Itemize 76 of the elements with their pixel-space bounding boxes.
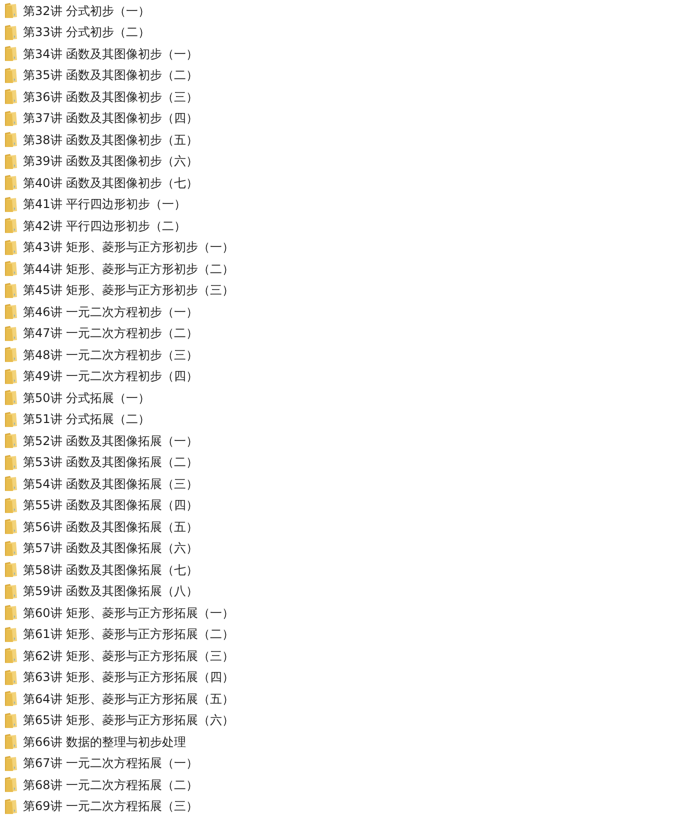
folder-name[interactable]: 第38讲 函数及其图像初步（五） — [23, 132, 198, 148]
folder-icon — [3, 217, 19, 234]
folder-icon — [3, 282, 19, 299]
folder-icon — [3, 776, 19, 794]
folder-icon — [3, 432, 19, 450]
folder-name[interactable]: 第55讲 函数及其图像拓展（四） — [23, 497, 198, 514]
folder-icon — [3, 754, 19, 772]
folder-name[interactable]: 第48讲 一元二次方程初步（三） — [23, 346, 198, 363]
folder-icon — [3, 152, 19, 170]
folder-name[interactable]: 第67讲 一元二次方程拓展（一） — [23, 755, 198, 772]
folder-name[interactable]: 第51讲 分式拓展（二） — [23, 411, 150, 428]
folder-name[interactable]: 第35讲 函数及其图像初步（二） — [23, 67, 198, 84]
folder-name[interactable]: 第63讲 矩形、菱形与正方形拓展（四） — [23, 669, 234, 686]
folder-icon — [3, 324, 19, 342]
folder-icon — [3, 712, 19, 729]
folder-icon — [3, 131, 19, 148]
folder-name[interactable]: 第53讲 函数及其图像拓展（二） — [23, 454, 198, 470]
folder-name[interactable]: 第42讲 平行四边形初步（二） — [23, 218, 186, 234]
folder-name[interactable]: 第44讲 矩形、菱形与正方形初步（二） — [23, 260, 234, 277]
folder-icon — [3, 24, 19, 41]
folder-icon — [3, 410, 19, 428]
folder-name[interactable]: 第46讲 一元二次方程初步（一） — [23, 304, 198, 320]
folder-icon — [3, 604, 19, 622]
folder-icon — [3, 260, 19, 278]
folder-icon — [3, 518, 19, 536]
folder-icon — [3, 66, 19, 84]
folder-icon — [3, 690, 19, 708]
folder-icon — [3, 196, 19, 213]
folder-name[interactable]: 第69讲 一元二次方程拓展（三） — [23, 798, 198, 814]
folder-name[interactable]: 第65讲 矩形、菱形与正方形拓展（六） — [23, 712, 234, 728]
folder-icon — [3, 647, 19, 664]
folder-icon — [3, 110, 19, 127]
folder-name[interactable]: 第50讲 分式拓展（一） — [23, 390, 150, 406]
folder-name[interactable]: 第34讲 函数及其图像初步（一） — [23, 46, 198, 62]
folder-icon — [3, 454, 19, 471]
folder-name[interactable]: 第37讲 函数及其图像初步（四） — [23, 110, 198, 126]
folder-name[interactable]: 第43讲 矩形、菱形与正方形初步（一） — [23, 239, 234, 256]
folder-icon — [3, 733, 19, 750]
folder-name[interactable]: 第52讲 函数及其图像拓展（一） — [23, 432, 198, 449]
folder-name[interactable]: 第59讲 函数及其图像拓展（八） — [23, 583, 198, 600]
folder-icon — [3, 668, 19, 686]
folder-name[interactable]: 第45讲 矩形、菱形与正方形初步（三） — [23, 282, 234, 298]
folder-icon — [3, 238, 19, 256]
folder-name[interactable]: 第41讲 平行四边形初步（一） — [23, 196, 186, 212]
folder-icon — [3, 303, 19, 320]
folder-icon — [3, 88, 19, 106]
folder-icon — [3, 346, 19, 364]
folder-icon — [3, 475, 19, 492]
folder-name[interactable]: 第33讲 分式初步（二） — [23, 24, 150, 40]
folder-name[interactable]: 第58讲 函数及其图像拓展（七） — [23, 562, 198, 578]
folder-name[interactable]: 第36讲 函数及其图像初步（三） — [23, 88, 198, 105]
folder-name[interactable]: 第62讲 矩形、菱形与正方形拓展（三） — [23, 648, 234, 664]
folder-name[interactable]: 第66讲 数据的整理与初步处理 — [23, 734, 186, 750]
folder-icon — [3, 389, 19, 406]
folder-name[interactable]: 第49讲 一元二次方程初步（四） — [23, 368, 198, 384]
folder-icon — [3, 582, 19, 600]
folder-name[interactable]: 第39讲 函数及其图像初步（六） — [23, 153, 198, 170]
folder-name[interactable]: 第47讲 一元二次方程初步（二） — [23, 325, 198, 342]
folder-name[interactable]: 第64讲 矩形、菱形与正方形拓展（五） — [23, 690, 234, 707]
folder-name[interactable]: 第56讲 函数及其图像拓展（五） — [23, 518, 198, 535]
folder-name[interactable]: 第60讲 矩形、菱形与正方形拓展（一） — [23, 604, 234, 621]
folder-icon — [3, 626, 19, 643]
folder-name[interactable]: 第54讲 函数及其图像拓展（三） — [23, 476, 198, 492]
folder-icon — [3, 174, 19, 192]
folder-icon — [3, 540, 19, 557]
folder-name[interactable]: 第61讲 矩形、菱形与正方形拓展（二） — [23, 626, 234, 642]
folder-name[interactable]: 第57讲 函数及其图像拓展（六） — [23, 540, 198, 556]
folder-icon — [3, 368, 19, 385]
folder-name[interactable]: 第40讲 函数及其图像初步（七） — [23, 174, 198, 191]
folder-icon — [3, 561, 19, 578]
folder-icon — [3, 2, 19, 20]
folder-name[interactable]: 第32讲 分式初步（一） — [23, 2, 150, 19]
folder-icon — [3, 45, 19, 62]
folder-name[interactable]: 第68讲 一元二次方程拓展（二） — [23, 776, 198, 793]
folder-icon — [3, 798, 19, 815]
folder-icon — [3, 496, 19, 514]
